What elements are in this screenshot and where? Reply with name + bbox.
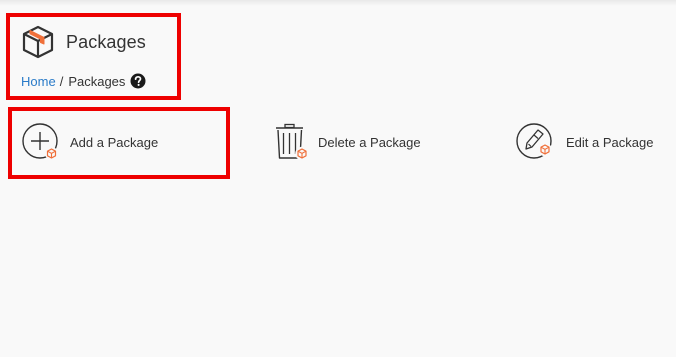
page-title: Packages: [66, 31, 146, 52]
breadcrumb: Home / Packages: [21, 73, 146, 89]
edit-package-label: Edit a Package: [566, 134, 654, 150]
question-circle-icon[interactable]: [130, 73, 146, 89]
add-package-label: Add a Package: [70, 134, 159, 150]
package-box-icon: [22, 25, 54, 59]
delete-package-button[interactable]: Delete a Package: [272, 122, 421, 162]
delete-package-icon: [276, 123, 309, 161]
breadcrumb-home-link[interactable]: Home: [21, 74, 56, 89]
breadcrumb-current: Packages: [68, 73, 126, 89]
delete-package-label: Delete a Package: [318, 134, 421, 150]
edit-package-button[interactable]: Edit a Package: [515, 122, 653, 162]
add-package-button[interactable]: Add a Package: [21, 122, 158, 162]
page-header: Packages: [21, 22, 146, 62]
top-bar-shadow: [0, 0, 676, 6]
edit-package-icon: [516, 123, 552, 159]
add-package-icon: [22, 123, 58, 160]
breadcrumb-separator: /: [59, 73, 64, 89]
